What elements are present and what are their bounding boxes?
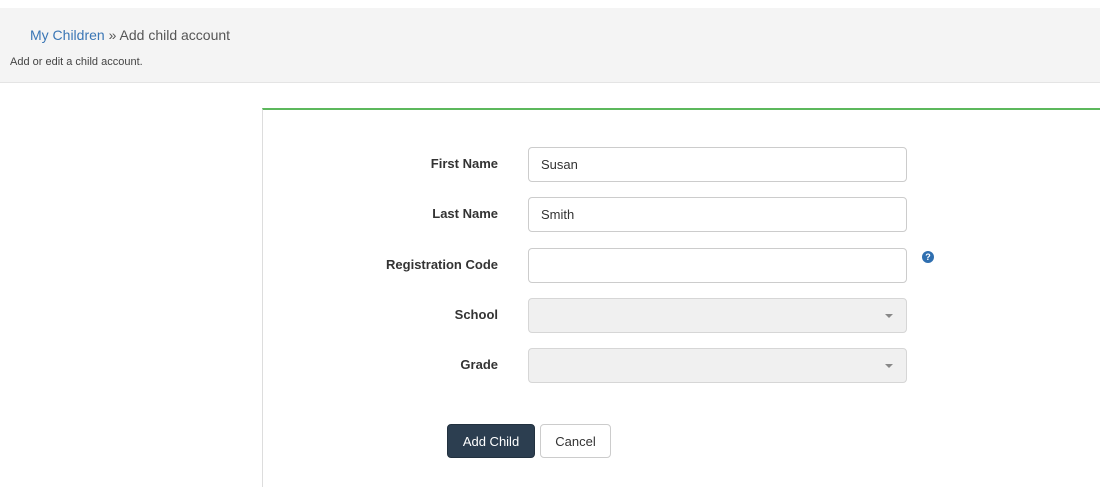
- last-name-label: Last Name: [432, 206, 498, 221]
- breadcrumb-link-my-children[interactable]: My Children: [30, 27, 105, 43]
- page-header: My Children » Add child account Add or e…: [0, 8, 1100, 83]
- registration-code-input[interactable]: [528, 248, 907, 283]
- add-child-button[interactable]: Add Child: [447, 424, 535, 458]
- chevron-down-icon: [885, 314, 893, 318]
- last-name-input[interactable]: [528, 197, 907, 232]
- page-subtitle: Add or edit a child account.: [10, 56, 143, 68]
- grade-select[interactable]: [528, 348, 907, 383]
- question-circle-icon[interactable]: ?: [922, 251, 934, 263]
- first-name-label: First Name: [430, 156, 498, 171]
- breadcrumb-separator: »: [108, 27, 117, 43]
- school-label: School: [454, 307, 498, 322]
- grade-label: Grade: [460, 357, 498, 372]
- chevron-down-icon: [885, 364, 893, 368]
- registration-code-label: Registration Code: [386, 257, 498, 272]
- school-select[interactable]: [528, 298, 907, 333]
- cancel-button[interactable]: Cancel: [540, 424, 611, 458]
- breadcrumb-current: Add child account: [119, 27, 231, 43]
- first-name-input[interactable]: [528, 147, 907, 182]
- breadcrumb: My Children » Add child account: [30, 27, 230, 43]
